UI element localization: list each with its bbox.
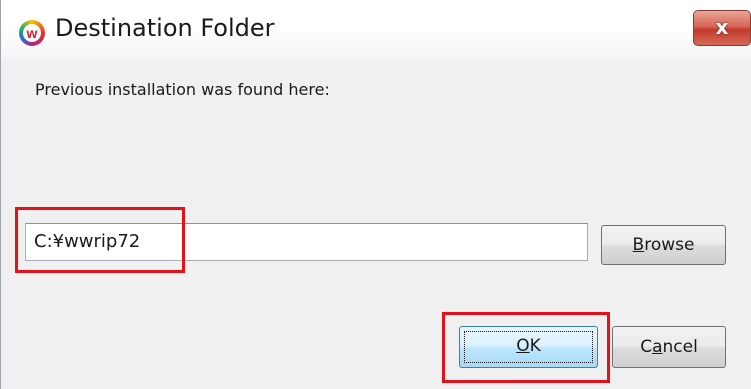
cancel-accelerator: a: [652, 337, 663, 357]
app-icon-letter: w: [23, 24, 41, 42]
window-title: Destination Folder: [55, 14, 275, 42]
destination-folder-dialog: w Destination Folder x Previous installa…: [0, 0, 751, 389]
ok-accelerator: O: [516, 336, 530, 356]
cancel-button[interactable]: Cancel: [612, 326, 726, 368]
destination-path-input[interactable]: C:¥wwrip72: [25, 223, 588, 261]
close-icon: x: [715, 15, 729, 39]
w-logo-icon: w: [19, 20, 45, 46]
ok-label: K: [529, 336, 541, 356]
prompt-text: Previous installation was found here:: [35, 80, 330, 99]
cancel-label-end: ncel: [662, 337, 698, 357]
browse-label: rowse: [644, 235, 695, 255]
destination-path-value: C:¥wwrip72: [34, 231, 141, 252]
cancel-label-start: C: [640, 337, 653, 357]
close-button[interactable]: x: [693, 10, 751, 46]
title-bar[interactable]: w Destination Folder x: [1, 0, 751, 60]
browse-button[interactable]: Browse: [601, 225, 726, 265]
browse-accelerator: B: [632, 235, 645, 255]
ok-button[interactable]: OK: [459, 326, 598, 368]
